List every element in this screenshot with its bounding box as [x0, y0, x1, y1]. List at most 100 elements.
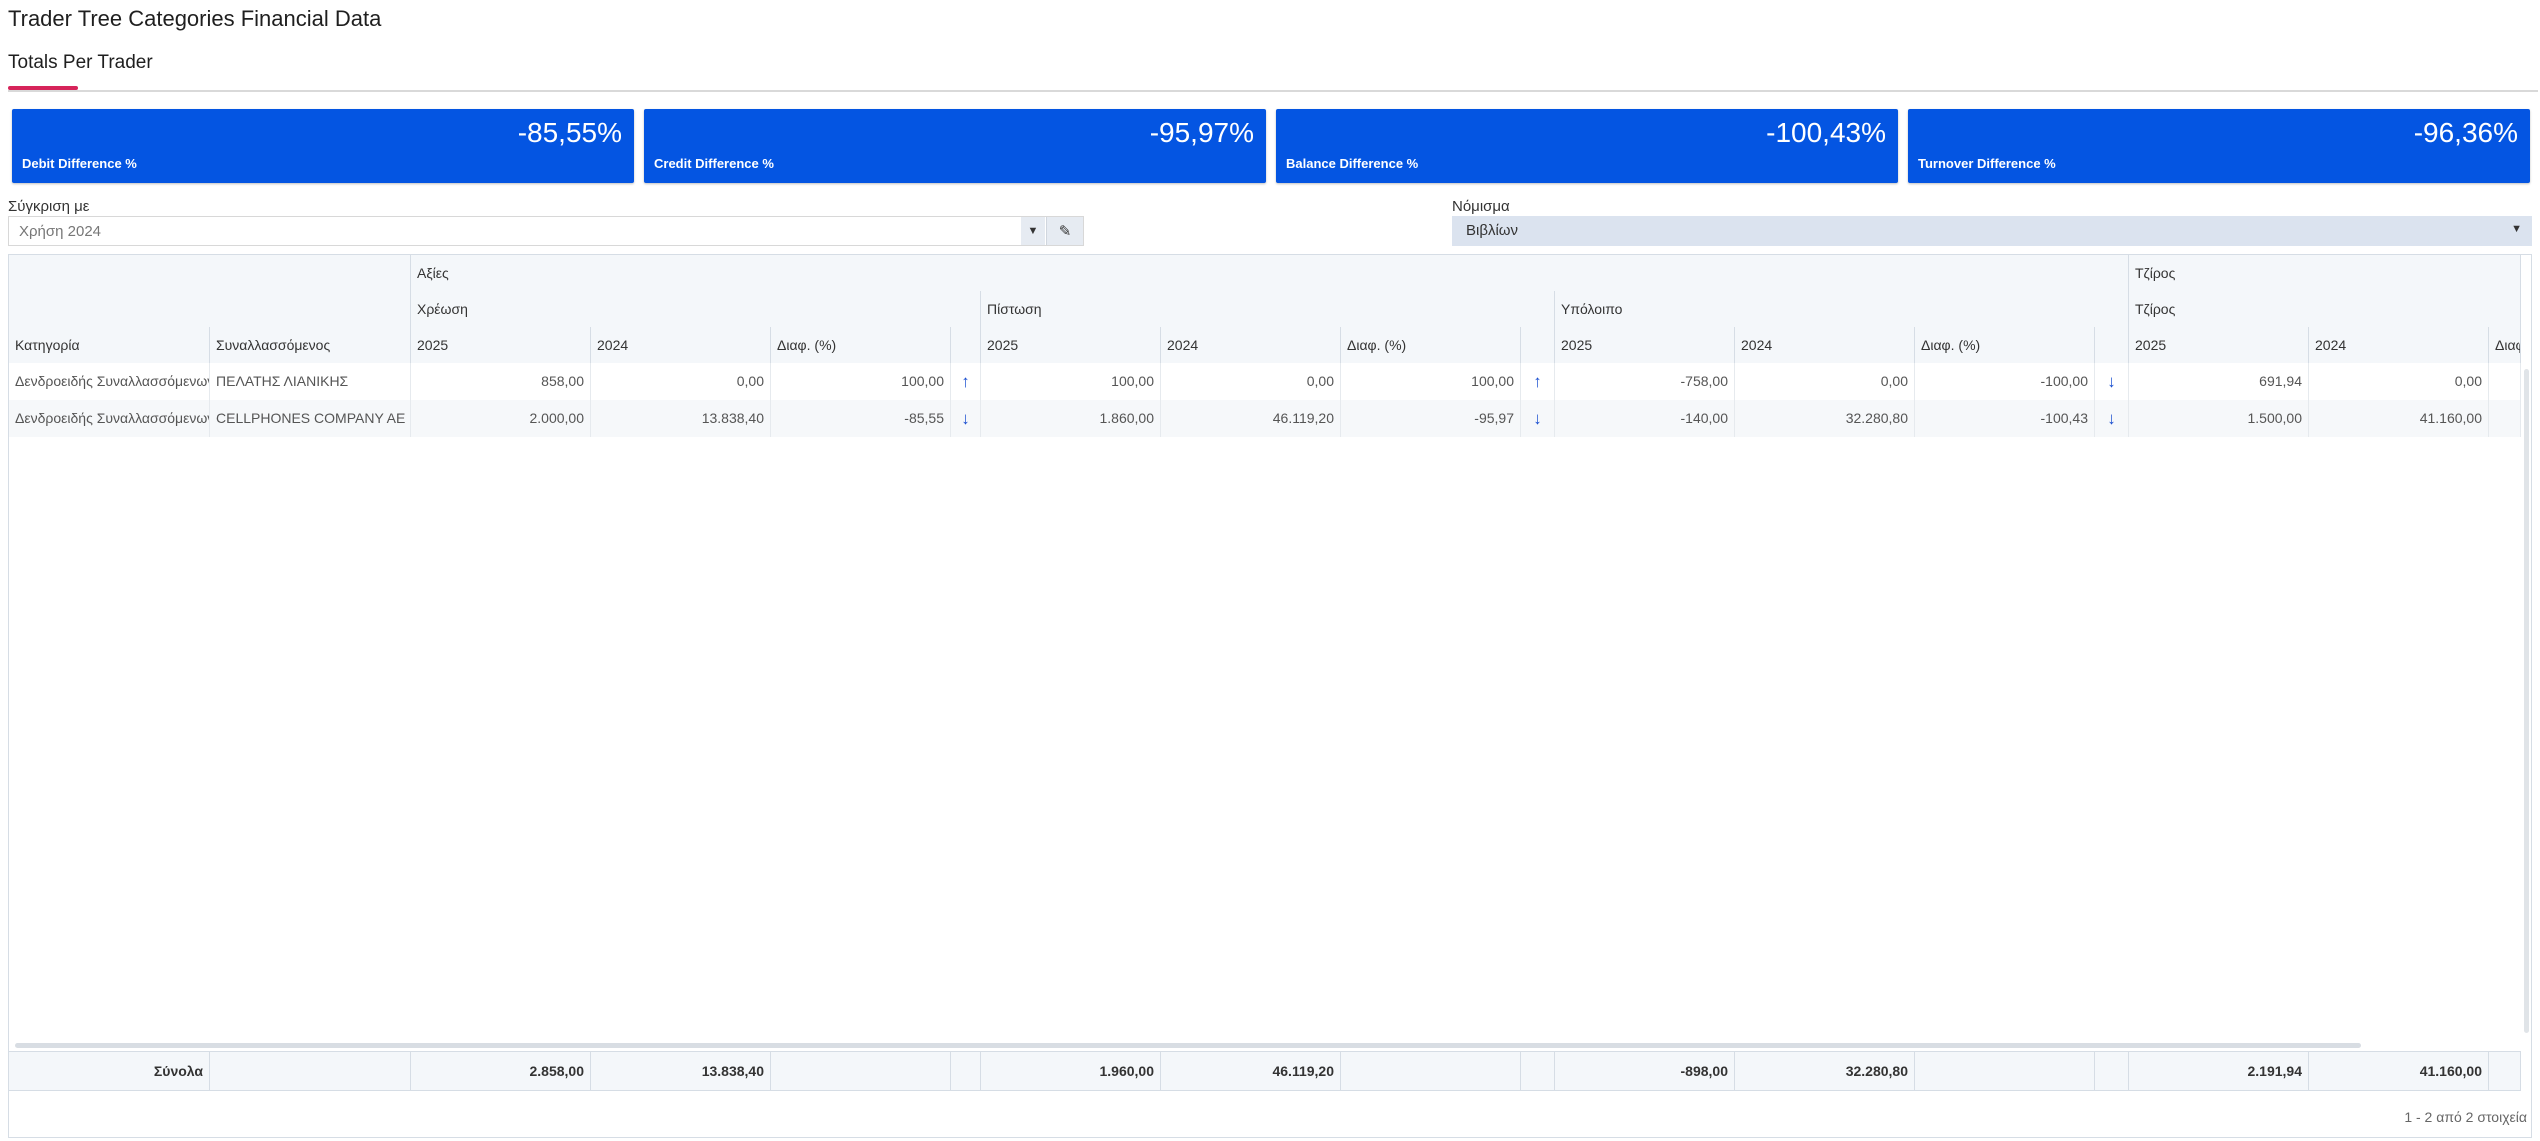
header-credit-group: Πίστωση [981, 291, 1555, 327]
cell-credit-2025: 1.860,00 [981, 400, 1161, 437]
arrow-up-icon: ↑ [951, 363, 981, 400]
kpi-value: -96,36% [2413, 117, 2518, 148]
currency-label: Νόμισμα [1452, 198, 1510, 215]
table-row[interactable]: Δενδροειδής Συναλλασσόμενων ΠΕΛΑΤΗΣ ΛΙΑΝ… [9, 363, 2521, 400]
pencil-icon[interactable]: ✎ [1046, 217, 1083, 245]
tab-totals-per-trader[interactable]: Totals Per Trader [8, 52, 153, 84]
arrow-up-icon: ↑ [1521, 363, 1555, 400]
column-header-category[interactable]: Κατηγορία [9, 327, 210, 363]
kpi-row: -85,55% Debit Difference % -95,97% Credi… [12, 109, 2530, 183]
total-debit-2025: 2.858,00 [411, 1052, 591, 1090]
arrow-down-icon: ↓ [951, 400, 981, 437]
cell-turnover-2024: 0,00 [2309, 363, 2489, 400]
header-group-row-2: Χρέωση Πίστωση Υπόλοιπο Τζίρος [9, 291, 2521, 328]
page-title: Trader Tree Categories Financial Data [8, 6, 382, 31]
kpi-label: Debit Difference % [22, 156, 137, 171]
cell-credit-2024: 46.119,20 [1161, 400, 1341, 437]
table-row[interactable]: Δενδροειδής Συναλλασσόμενων CELLPHONES C… [9, 400, 2521, 437]
cell-turnover-2025: 1.500,00 [2129, 400, 2309, 437]
column-header-debit-arrow [951, 327, 981, 363]
cell-debit-2024: 0,00 [591, 363, 771, 400]
kpi-balance-difference: -100,43% Balance Difference % [1276, 109, 1898, 183]
active-tab-indicator [8, 86, 78, 90]
column-header-credit-diff[interactable]: Διαφ. (%) [1341, 327, 1521, 363]
compare-label: Σύγκριση με [8, 198, 90, 215]
vertical-scrollbar[interactable] [2524, 369, 2529, 1033]
total-balance-2025: -898,00 [1555, 1052, 1735, 1090]
totals-empty [210, 1052, 411, 1090]
column-header-credit-arrow [1521, 327, 1555, 363]
totals-empty [2489, 1052, 2521, 1090]
header-turnover-group: Τζίρος [2129, 255, 2521, 291]
cell-category: Δενδροειδής Συναλλασσόμενων [9, 400, 210, 437]
chevron-down-icon[interactable]: ▼ [2511, 223, 2522, 235]
currency-value: Βιβλίων [1466, 222, 1519, 239]
total-credit-2024: 46.119,20 [1161, 1052, 1341, 1090]
currency-dropdown[interactable]: Βιβλίων ▼ [1452, 216, 2532, 246]
arrow-down-icon: ↓ [2095, 363, 2129, 400]
chevron-down-icon[interactable]: ▼ [1021, 217, 1045, 245]
pager-info: 1 - 2 από 2 στοιχεία [2404, 1109, 2527, 1125]
total-credit-2025: 1.960,00 [981, 1052, 1161, 1090]
totals-empty [951, 1052, 981, 1090]
cell-debit-diff: 100,00 [771, 363, 951, 400]
compare-value: Χρήση 2024 [19, 223, 102, 240]
cell-turnover-diff [2489, 400, 2521, 437]
kpi-credit-difference: -95,97% Credit Difference % [644, 109, 1266, 183]
kpi-value: -95,97% [1149, 117, 1254, 148]
column-header-debit-2024[interactable]: 2024 [591, 327, 771, 363]
column-header-credit-2024[interactable]: 2024 [1161, 327, 1341, 363]
cell-balance-diff: -100,43 [1915, 400, 2095, 437]
header-debit-group: Χρέωση [411, 291, 981, 327]
header-turnover-subgroup: Τζίρος [2129, 291, 2521, 327]
column-header-balance-arrow [2095, 327, 2129, 363]
column-header-trader[interactable]: Συναλλασσόμενος [210, 327, 411, 363]
cell-credit-diff: 100,00 [1341, 363, 1521, 400]
cell-debit-2024: 13.838,40 [591, 400, 771, 437]
kpi-debit-difference: -85,55% Debit Difference % [12, 109, 634, 183]
total-balance-2024: 32.280,80 [1735, 1052, 1915, 1090]
cell-balance-diff: -100,00 [1915, 363, 2095, 400]
column-header-balance-2024[interactable]: 2024 [1735, 327, 1915, 363]
kpi-label: Credit Difference % [654, 156, 774, 171]
total-turnover-2025: 2.191,94 [2129, 1052, 2309, 1090]
compare-dropdown[interactable]: Χρήση 2024 ▼ ✎ [8, 216, 1084, 246]
kpi-value: -100,43% [1766, 117, 1886, 148]
data-grid: Αξίες Τζίρος Χρέωση Πίστωση Υπόλοιπο Τζί… [8, 254, 2532, 1138]
cell-balance-2024: 32.280,80 [1735, 400, 1915, 437]
totals-empty [1915, 1052, 2095, 1090]
cell-debit-2025: 2.000,00 [411, 400, 591, 437]
header-values-group: Αξίες [411, 255, 2129, 291]
tab-bar: Totals Per Trader [8, 52, 2538, 92]
total-debit-2024: 13.838,40 [591, 1052, 771, 1090]
column-header-turnover-diff[interactable]: Διαφ [2489, 327, 2521, 363]
totals-empty [2095, 1052, 2129, 1090]
cell-turnover-diff [2489, 363, 2521, 400]
header-balance-group: Υπόλοιπο [1555, 291, 2129, 327]
totals-empty [1341, 1052, 1521, 1090]
arrow-down-icon: ↓ [1521, 400, 1555, 437]
column-header-turnover-2024[interactable]: 2024 [2309, 327, 2489, 363]
column-header-balance-diff[interactable]: Διαφ. (%) [1915, 327, 2095, 363]
cell-credit-2025: 100,00 [981, 363, 1161, 400]
cell-credit-2024: 0,00 [1161, 363, 1341, 400]
arrow-down-icon: ↓ [2095, 400, 2129, 437]
column-header-debit-2025[interactable]: 2025 [411, 327, 591, 363]
column-header-balance-2025[interactable]: 2025 [1555, 327, 1735, 363]
column-header-turnover-2025[interactable]: 2025 [2129, 327, 2309, 363]
cell-trader: CELLPHONES COMPANY AE [210, 400, 411, 437]
cell-debit-diff: -85,55 [771, 400, 951, 437]
header-empty [9, 255, 411, 291]
header-columns-row: Κατηγορία Συναλλασσόμενος 2025 2024 Διαφ… [9, 327, 2521, 364]
column-header-debit-diff[interactable]: Διαφ. (%) [771, 327, 951, 363]
kpi-label: Turnover Difference % [1918, 156, 2056, 171]
cell-balance-2024: 0,00 [1735, 363, 1915, 400]
kpi-value: -85,55% [517, 117, 622, 148]
cell-balance-2025: -758,00 [1555, 363, 1735, 400]
kpi-turnover-difference: -96,36% Turnover Difference % [1908, 109, 2530, 183]
cell-turnover-2025: 691,94 [2129, 363, 2309, 400]
cell-turnover-2024: 41.160,00 [2309, 400, 2489, 437]
totals-empty [771, 1052, 951, 1090]
column-header-credit-2025[interactable]: 2025 [981, 327, 1161, 363]
horizontal-scrollbar[interactable] [15, 1043, 2361, 1048]
